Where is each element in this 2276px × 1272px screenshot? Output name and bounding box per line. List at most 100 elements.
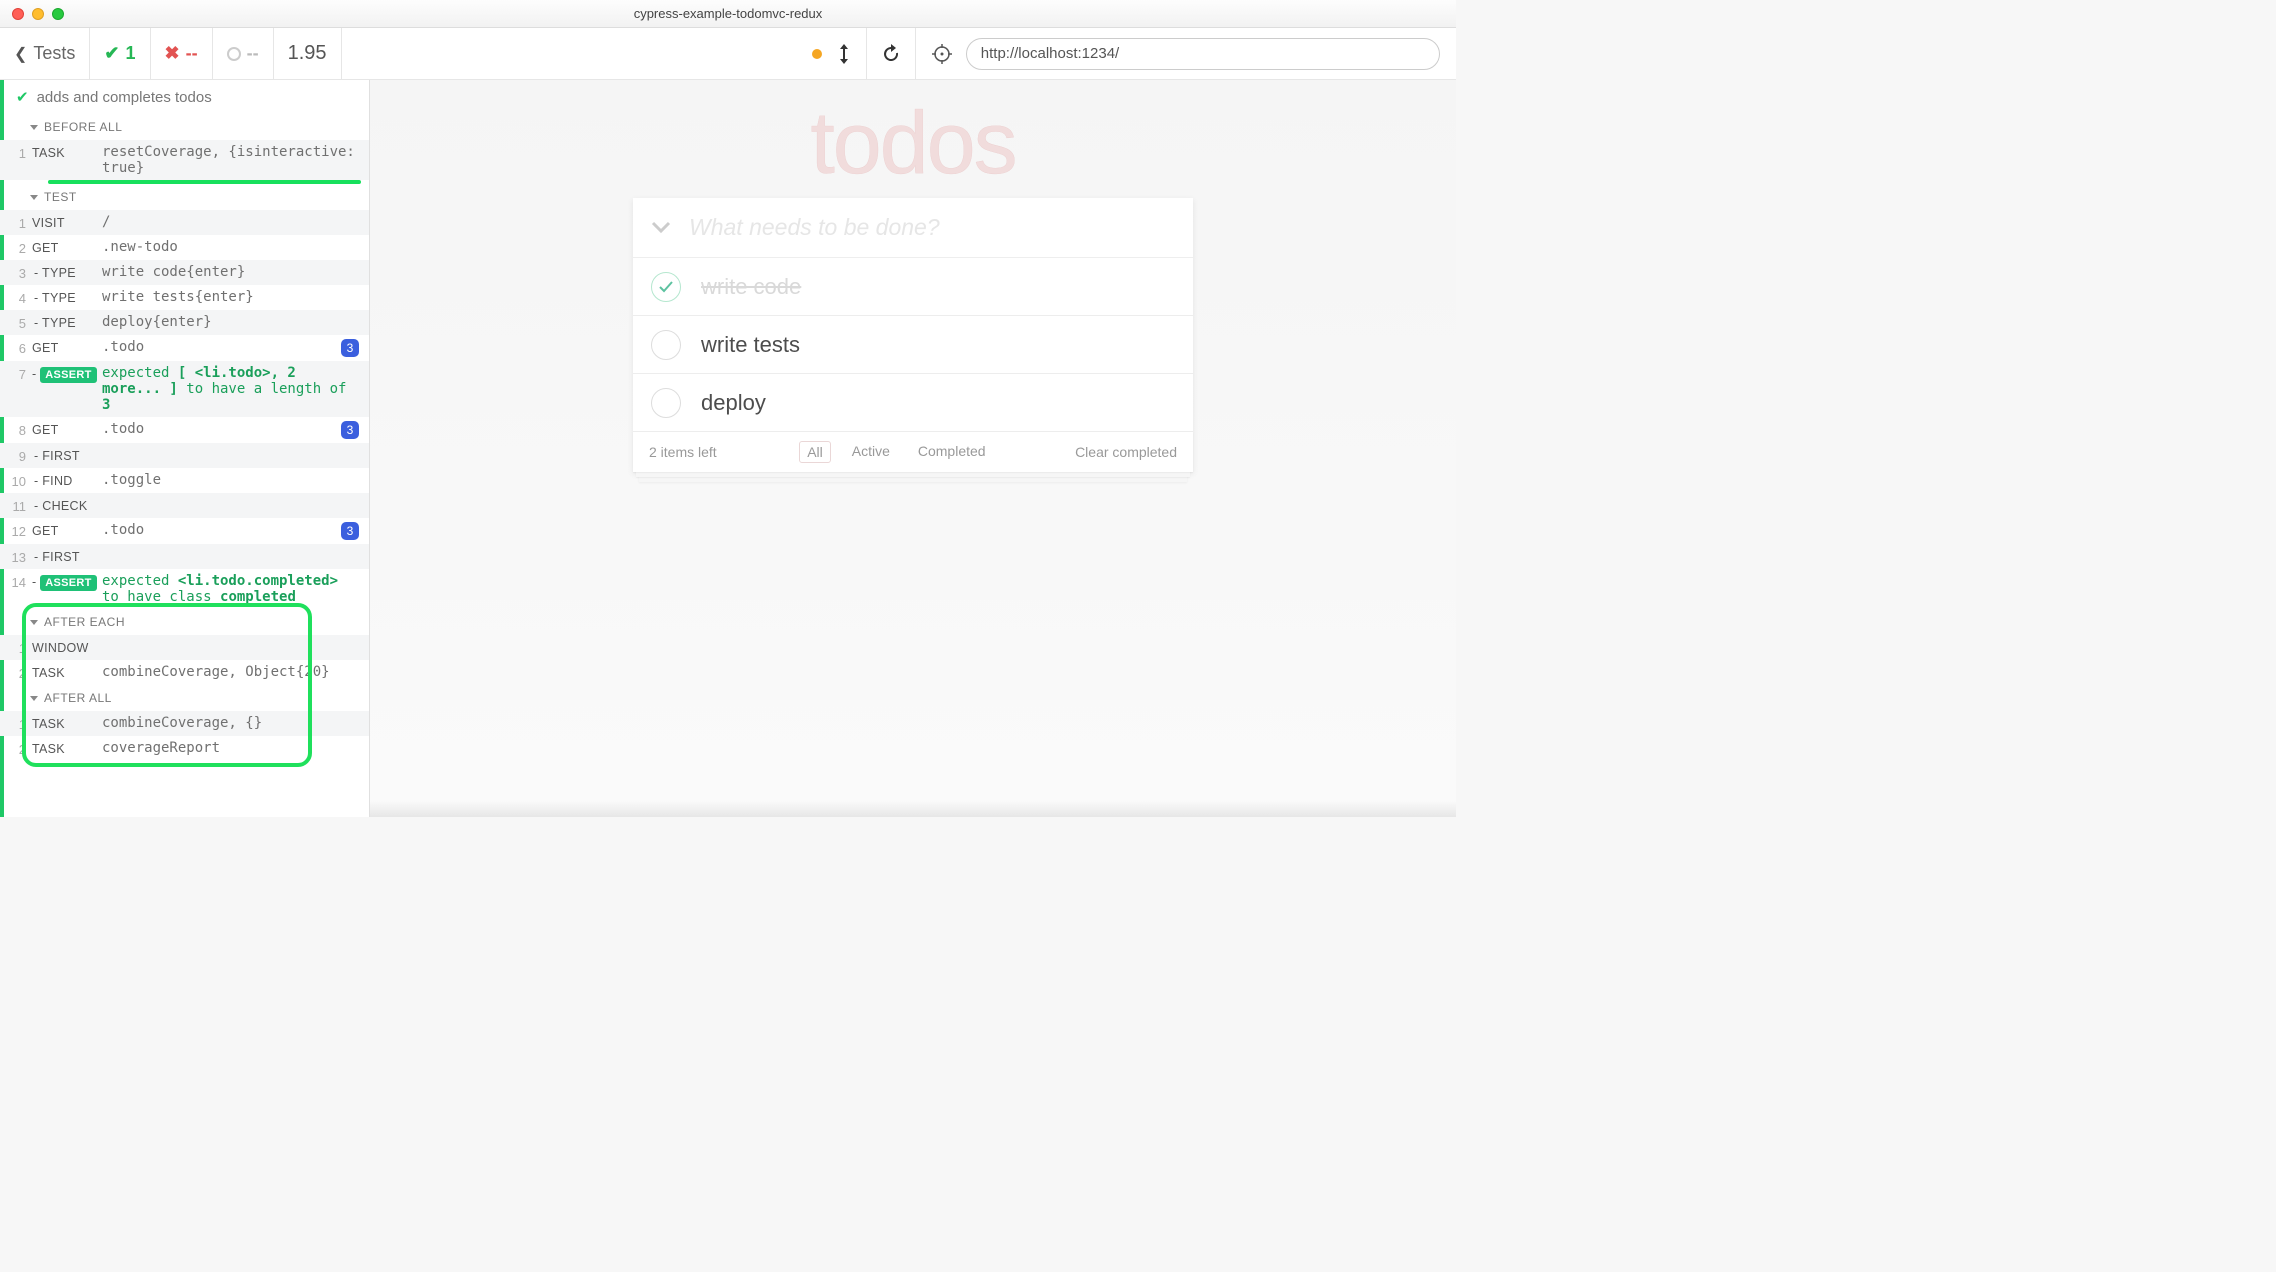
section-label: AFTER EACH	[44, 615, 125, 629]
autoscroll-toggle[interactable]	[838, 44, 850, 64]
command-message: .todo	[102, 522, 335, 538]
todo-item[interactable]: write tests	[633, 316, 1193, 374]
fail-count-cell: ✖ --	[151, 28, 213, 79]
caret-down-icon	[30, 696, 38, 701]
command-row[interactable]: 2TASKcombineCoverage, Object{20}	[0, 660, 369, 685]
back-to-tests-button[interactable]: ❮ Tests	[0, 28, 90, 79]
section-test[interactable]: TEST	[0, 184, 369, 210]
new-todo-input[interactable]: What needs to be done?	[689, 214, 940, 241]
caret-down-icon	[30, 620, 38, 625]
command-number: 9	[6, 447, 32, 464]
titlebar: cypress-example-todomvc-redux	[0, 0, 1456, 28]
section-after-all[interactable]: AFTER ALL	[0, 685, 369, 711]
count-badge: 3	[341, 339, 359, 357]
command-row[interactable]: 1WINDOW	[0, 635, 369, 660]
url-text: http://localhost:1234/	[981, 45, 1119, 62]
filter-active[interactable]: Active	[845, 441, 897, 463]
command-number: 2	[6, 740, 32, 757]
command-name: - TYPE	[32, 264, 102, 280]
filter-all[interactable]: All	[799, 441, 831, 463]
checkmark-icon: ✔	[16, 88, 29, 106]
command-row[interactable]: 3- TYPEwrite code{enter}	[0, 260, 369, 285]
command-row[interactable]: 4- TYPEwrite tests{enter}	[0, 285, 369, 310]
command-message: expected <li.todo.completed> to have cla…	[102, 573, 359, 605]
test-title-row[interactable]: ✔ adds and completes todos	[0, 80, 369, 114]
window-title: cypress-example-todomvc-redux	[0, 6, 1456, 21]
reload-button[interactable]	[867, 28, 916, 79]
section-after-each[interactable]: AFTER EACH	[0, 609, 369, 635]
aut-viewport: todos What needs to be done? write code w…	[370, 80, 1456, 817]
command-row[interactable]: 1TASKcombineCoverage, {}	[0, 711, 369, 736]
command-number: 13	[6, 548, 32, 565]
aut-toolbar: http://localhost:1234/	[916, 28, 1456, 79]
command-name: - TYPE	[32, 289, 102, 305]
command-log[interactable]: ✔ adds and completes todos BEFORE ALL 1T…	[0, 80, 370, 817]
command-message: resetCoverage, {isinteractive: true}	[102, 144, 359, 176]
command-row[interactable]: 13- FIRST	[0, 544, 369, 569]
command-name: WINDOW	[32, 639, 102, 655]
command-number: 2	[6, 664, 32, 681]
autoscroll-dot-icon	[812, 49, 822, 59]
command-row[interactable]: 5- TYPEdeploy{enter}	[0, 310, 369, 335]
command-row[interactable]: 14- ASSERTexpected <li.todo.completed> t…	[0, 569, 369, 609]
todo-item[interactable]: write code	[633, 258, 1193, 316]
command-name: TASK	[32, 144, 102, 160]
command-row[interactable]: 10- FIND.toggle	[0, 468, 369, 493]
section-label: BEFORE ALL	[44, 120, 122, 134]
assert-pill: ASSERT	[40, 367, 96, 383]
command-row[interactable]: 6GET.todo3	[0, 335, 369, 361]
todo-toggle[interactable]	[651, 330, 681, 360]
clear-completed-button[interactable]: Clear completed	[1075, 444, 1177, 460]
section-before-all[interactable]: BEFORE ALL	[0, 114, 369, 140]
command-name: - FIND	[32, 472, 102, 488]
command-row[interactable]: 2TASKcoverageReport	[0, 736, 369, 761]
section-label: AFTER ALL	[44, 691, 112, 705]
command-row[interactable]: 1VISIT/	[0, 210, 369, 235]
command-message: deploy{enter}	[102, 314, 359, 330]
command-number: 3	[6, 264, 32, 281]
toggle-all-button[interactable]	[651, 215, 671, 241]
pending-icon	[227, 47, 241, 61]
command-row[interactable]: 1TASKresetCoverage, {isinteractive: true…	[0, 140, 369, 180]
todo-input-row: What needs to be done?	[633, 198, 1193, 258]
test-title: adds and completes todos	[37, 89, 212, 106]
command-number: 8	[6, 421, 32, 438]
todos-logo: todos	[810, 92, 1015, 194]
url-bar[interactable]: http://localhost:1234/	[966, 38, 1440, 70]
command-message: .todo	[102, 421, 335, 437]
command-name: - TYPE	[32, 314, 102, 330]
filter-completed[interactable]: Completed	[911, 441, 993, 463]
command-message: .toggle	[102, 472, 359, 488]
todo-text: write tests	[701, 332, 800, 358]
todo-footer: 2 items left All Active Completed Clear …	[633, 432, 1193, 472]
command-row[interactable]: 11- CHECK	[0, 493, 369, 518]
checkmark-icon: ✔	[104, 43, 119, 64]
command-row[interactable]: 12GET.todo3	[0, 518, 369, 544]
selector-playground-button[interactable]	[932, 44, 952, 64]
command-name: VISIT	[32, 214, 102, 230]
caret-down-icon	[30, 195, 38, 200]
command-name: - FIRST	[32, 548, 102, 564]
command-row[interactable]: 8GET.todo3	[0, 417, 369, 443]
command-name: TASK	[32, 715, 102, 731]
todo-item[interactable]: deploy	[633, 374, 1193, 432]
command-message: write tests{enter}	[102, 289, 359, 305]
todo-card: What needs to be done? write code write t…	[633, 198, 1193, 472]
todo-toggle[interactable]	[651, 388, 681, 418]
command-number: 1	[6, 214, 32, 231]
items-left: 2 items left	[649, 444, 717, 460]
todo-text: write code	[701, 274, 801, 300]
pending-count-cell: --	[213, 28, 274, 79]
command-name: GET	[32, 421, 102, 437]
command-name: TASK	[32, 664, 102, 680]
runner-toolbar: ❮ Tests ✔ 1 ✖ -- -- 1.95	[0, 28, 1456, 80]
todo-text: deploy	[701, 390, 766, 416]
command-row[interactable]: 9- FIRST	[0, 443, 369, 468]
todo-toggle[interactable]	[651, 272, 681, 302]
command-row[interactable]: 2GET.new-todo	[0, 235, 369, 260]
command-number: 1	[6, 715, 32, 732]
command-number: 14	[6, 573, 32, 590]
reload-icon	[881, 44, 901, 64]
command-row[interactable]: 7- ASSERTexpected [ <li.todo>, 2 more...…	[0, 361, 369, 417]
command-message: combineCoverage, Object{20}	[102, 664, 359, 680]
